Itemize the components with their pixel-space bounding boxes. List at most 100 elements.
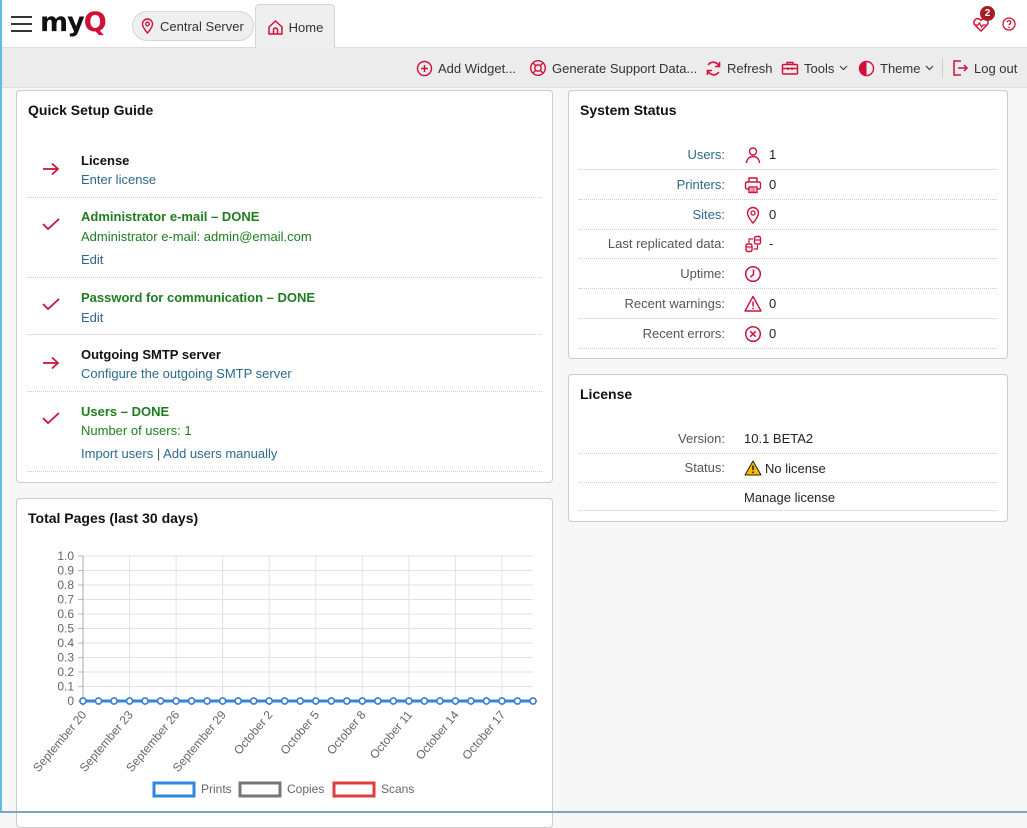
x-tick-label: October 2 xyxy=(231,708,276,758)
lifebuoy-icon xyxy=(529,59,547,77)
user-icon xyxy=(745,147,761,164)
window-edge xyxy=(0,0,2,813)
x-tick-label: October 5 xyxy=(277,708,322,758)
refresh-label: Refresh xyxy=(727,60,773,76)
tools-label: Tools xyxy=(804,60,835,76)
replication-icon xyxy=(745,236,762,253)
tools-menu-button[interactable]: Tools xyxy=(781,48,848,88)
y-tick-label: 0.4 xyxy=(57,636,74,650)
link-separator: | xyxy=(156,446,161,461)
y-tick-label: 0.7 xyxy=(57,593,74,607)
logo-accent: Q xyxy=(83,7,107,38)
generate-support-data-button[interactable]: Generate Support Data... xyxy=(529,48,697,88)
logout-label: Log out xyxy=(974,60,1018,76)
printer-icon xyxy=(744,177,762,193)
x-tick-label: October 17 xyxy=(459,708,508,763)
status-label: Recent warnings: xyxy=(624,296,725,311)
status-label: Uptime: xyxy=(680,266,725,282)
status-row-recent-errors: Recent errors: 0 xyxy=(579,319,997,349)
chevron-down-icon xyxy=(926,65,934,71)
setup-item-admin-email: Administrator e-mail – DONE Administrato… xyxy=(27,198,542,278)
toolbox-icon xyxy=(781,61,799,75)
import-users-link[interactable]: Import users xyxy=(81,446,153,461)
enter-license-link[interactable]: Enter license xyxy=(81,172,156,187)
x-tick-label: October 14 xyxy=(413,708,462,763)
setup-item-users: Users – DONE Number of users: 1 Import u… xyxy=(27,392,542,472)
refresh-button[interactable]: Refresh xyxy=(705,48,773,88)
data-point-prints xyxy=(110,697,118,705)
y-tick-label: 0.2 xyxy=(57,665,74,679)
status-label: Last replicated data: xyxy=(607,236,725,252)
legend-label-prints: Prints xyxy=(201,782,232,796)
y-tick-label: 0.1 xyxy=(57,680,74,694)
generate-support-data-label: Generate Support Data... xyxy=(552,60,698,76)
data-point-prints xyxy=(327,697,336,705)
theme-menu-button[interactable]: Theme xyxy=(858,48,934,88)
status-value: - xyxy=(769,236,774,252)
clock-icon xyxy=(744,266,762,283)
data-point-prints xyxy=(265,697,273,705)
configure-smtp-link[interactable]: Configure the outgoing SMTP server xyxy=(81,366,292,381)
manage-license-row: Manage license xyxy=(579,483,997,511)
legend-label-scans: Scans xyxy=(381,782,414,796)
version-label: Version: xyxy=(678,431,725,446)
warning-triangle-icon xyxy=(744,460,762,476)
data-point-prints xyxy=(482,697,491,705)
add-widget-label: Add Widget... xyxy=(438,60,517,76)
logo-text: my xyxy=(40,7,85,38)
status-row-sites: Sites: 0 xyxy=(579,200,997,230)
checkmark-icon xyxy=(42,298,60,311)
data-point-prints xyxy=(467,697,475,705)
legend-swatch-prints xyxy=(152,781,196,798)
edit-password-link[interactable]: Edit xyxy=(81,310,103,325)
data-point-prints xyxy=(312,697,320,705)
tab-home[interactable]: Home xyxy=(255,4,335,49)
setup-item-title: Password for communication – DONE xyxy=(81,290,316,305)
setup-item-title: Administrator e-mail – DONE xyxy=(81,209,260,224)
data-point-prints xyxy=(529,697,537,705)
data-point-prints xyxy=(141,697,149,705)
logout-button[interactable]: Log out xyxy=(951,48,1017,88)
status-value: 0 xyxy=(769,176,777,192)
toolbar-divider xyxy=(942,59,943,77)
setup-item-detail: Number of users: 1 xyxy=(81,423,192,438)
data-point-prints xyxy=(374,697,382,705)
quick-setup-guide-widget: Quick Setup Guide License Enter license … xyxy=(16,90,553,483)
license-version-row: Version: 10.1 BETA2 xyxy=(579,425,997,454)
legend-swatch-scans xyxy=(332,781,376,798)
data-point-prints xyxy=(172,697,180,705)
add-widget-button[interactable]: Add Widget... xyxy=(416,48,516,88)
data-point-prints xyxy=(343,697,351,705)
manage-license-link[interactable]: Manage license xyxy=(744,490,835,505)
status-label[interactable]: Users: xyxy=(687,147,725,162)
status-value: 0 xyxy=(769,325,777,341)
refresh-icon xyxy=(706,60,721,76)
x-tick-label: October 11 xyxy=(367,708,416,762)
widget-title: License xyxy=(580,386,633,402)
theme-label: Theme xyxy=(880,60,921,76)
help-icon[interactable] xyxy=(1002,17,1016,31)
status-row-printers: Printers: 0 xyxy=(579,170,997,200)
status-label[interactable]: Sites: xyxy=(692,207,725,222)
add-users-manually-link[interactable]: Add users manually xyxy=(163,446,277,461)
status-label[interactable]: Printers: xyxy=(677,177,725,192)
widget-title: Total Pages (last 30 days) xyxy=(28,510,199,526)
server-selector[interactable]: Central Server xyxy=(132,11,254,41)
data-point-prints xyxy=(498,697,506,705)
data-point-prints xyxy=(451,697,460,705)
y-tick-label: 0.8 xyxy=(57,578,74,592)
data-point-prints xyxy=(234,697,242,705)
warning-icon xyxy=(744,295,762,312)
y-tick-label: 1.0 xyxy=(57,549,74,563)
contrast-icon xyxy=(858,60,875,76)
error-icon xyxy=(744,325,762,342)
edit-admin-email-link[interactable]: Edit xyxy=(81,252,103,267)
checkmark-icon xyxy=(42,218,60,231)
setup-item-title: Outgoing SMTP server xyxy=(81,347,221,362)
widget-title: System Status xyxy=(580,102,677,118)
arrow-right-icon xyxy=(43,356,60,370)
status-label: Status: xyxy=(684,460,725,475)
data-point-prints xyxy=(203,697,211,705)
x-tick-label: October 8 xyxy=(324,708,369,758)
menu-icon[interactable] xyxy=(11,16,32,32)
